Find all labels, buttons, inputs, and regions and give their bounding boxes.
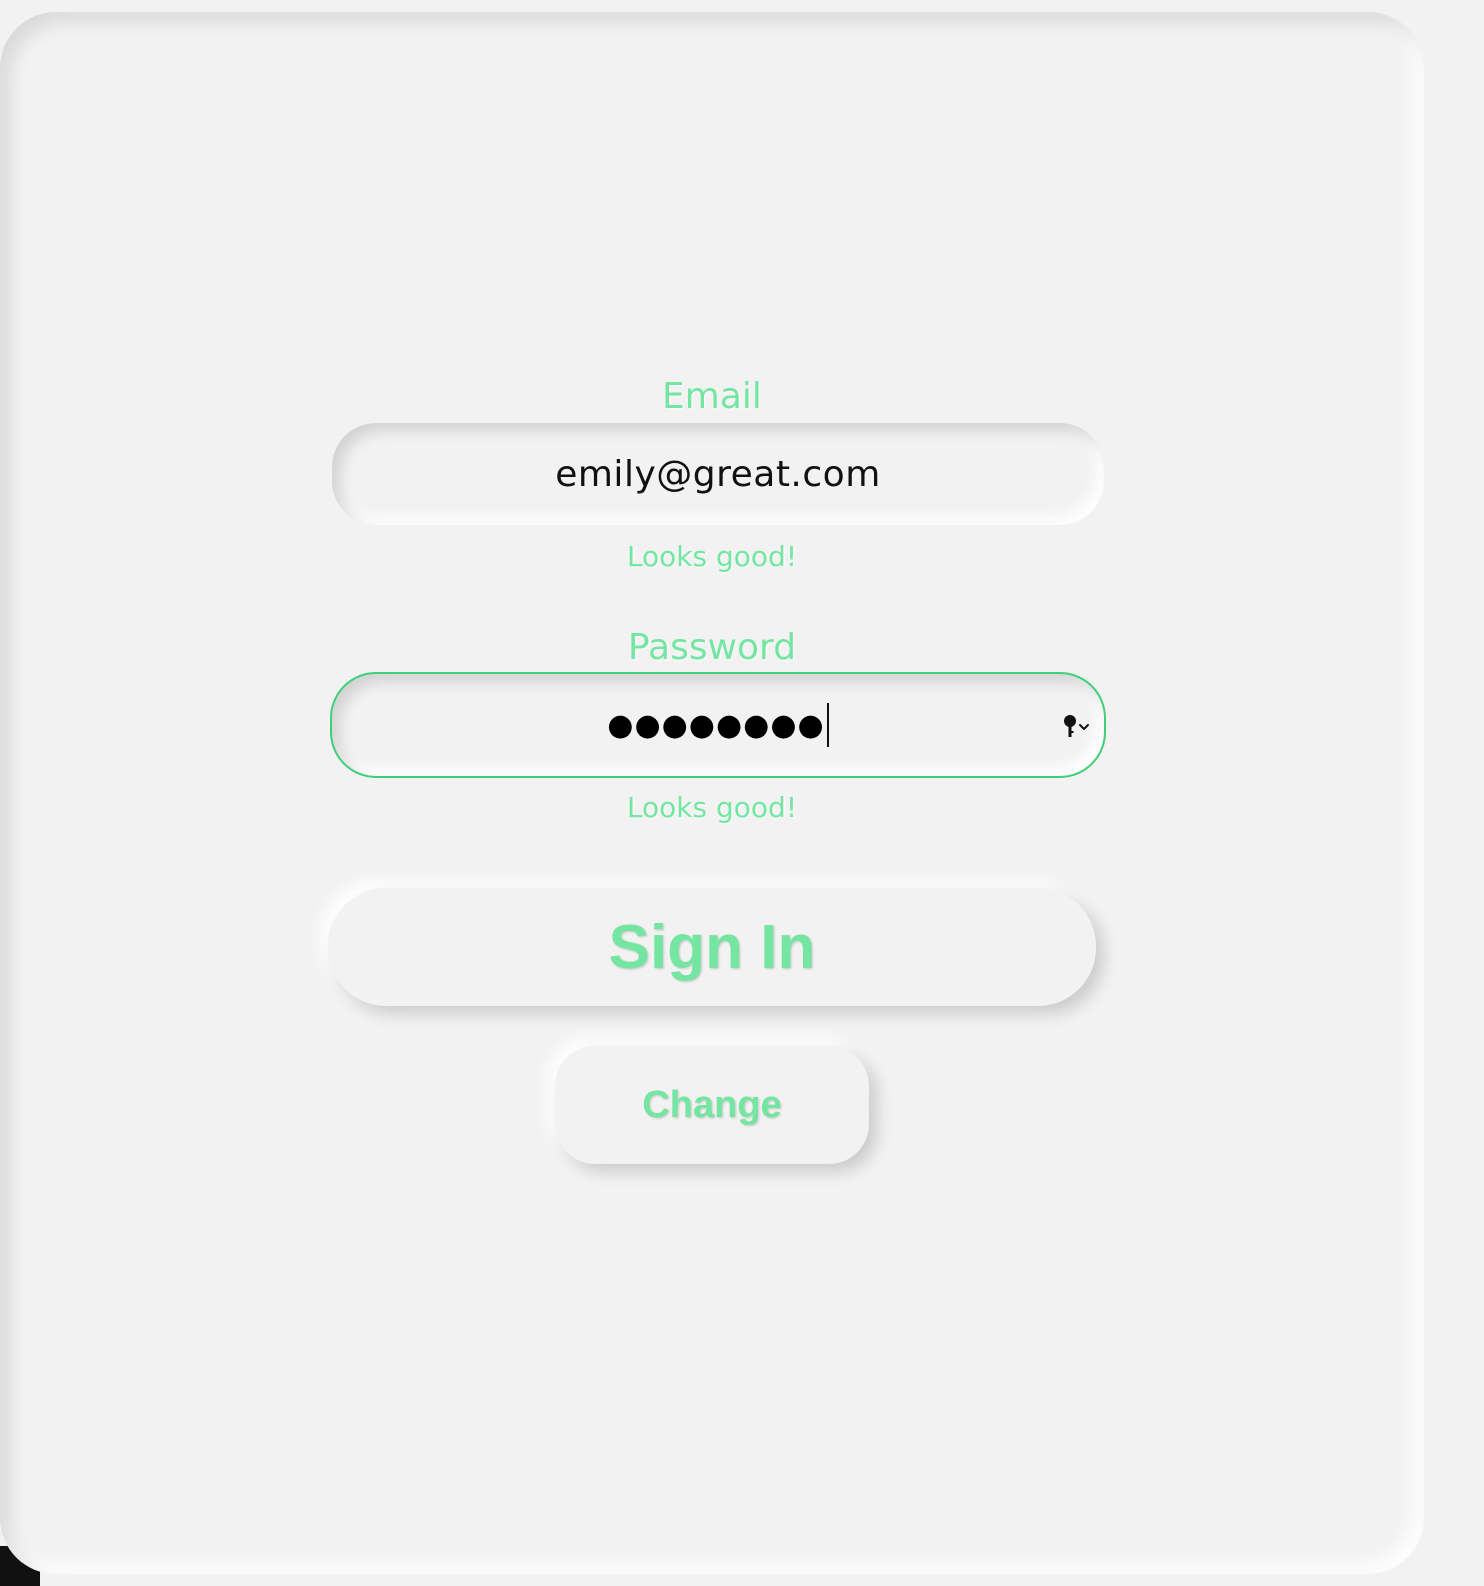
email-value: emily@great.com <box>555 453 881 495</box>
password-validation-message: Looks good! <box>626 791 798 824</box>
chevron-down-icon <box>1079 724 1089 730</box>
password-masked-value: ●●●●●●●● <box>607 707 825 743</box>
password-label: Password <box>627 627 797 668</box>
page: Email emily@great.com Looks good! Passwo… <box>0 0 1484 1586</box>
email-validation-message: Looks good! <box>626 540 798 573</box>
text-caret <box>826 703 829 747</box>
email-label: Email <box>662 376 762 417</box>
change-button[interactable]: Change <box>555 1046 869 1164</box>
sign-in-button[interactable]: Sign In <box>328 888 1096 1006</box>
key-autofill-icon[interactable] <box>1062 712 1092 742</box>
email-field[interactable]: emily@great.com <box>332 423 1104 525</box>
login-card: Email emily@great.com Looks good! Passwo… <box>0 12 1424 1574</box>
password-field[interactable]: ●●●●●●●● <box>330 672 1106 778</box>
key-icon <box>1064 715 1089 737</box>
